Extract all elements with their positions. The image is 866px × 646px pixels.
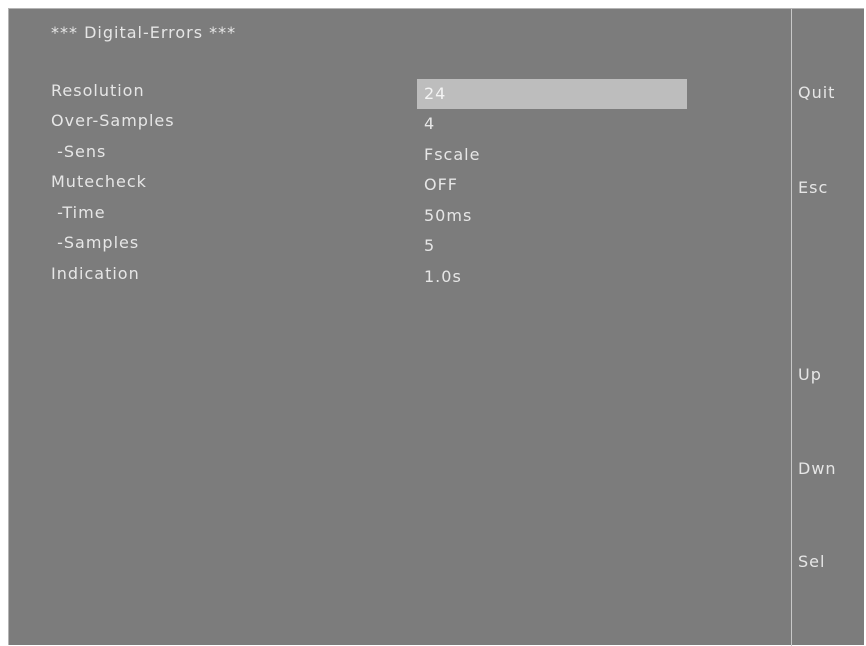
down-softkey[interactable]: Dwn xyxy=(798,459,837,479)
quit-softkey[interactable]: Quit xyxy=(798,83,835,103)
param-value-resolution[interactable]: 24 xyxy=(417,79,687,109)
param-row-indication[interactable]: Indication 1.0s xyxy=(9,262,791,286)
softkey-divider xyxy=(791,9,792,646)
param-row-samples[interactable]: -Samples 5 xyxy=(9,231,791,255)
param-value-mutecheck[interactable]: OFF xyxy=(417,170,687,200)
instrument-screen: *** Digital-Errors *** Resolution 24 Ove… xyxy=(8,8,864,646)
param-label: Over-Samples xyxy=(51,111,175,130)
param-row-time[interactable]: -Time 50ms xyxy=(9,201,791,225)
param-label: -Sens xyxy=(51,142,107,161)
param-label: Mutecheck xyxy=(51,172,147,191)
param-label: Resolution xyxy=(51,81,145,100)
param-value-indication[interactable]: 1.0s xyxy=(417,262,687,292)
esc-softkey[interactable]: Esc xyxy=(798,178,828,198)
param-label: -Time xyxy=(51,203,106,222)
param-value-over-samples[interactable]: 4 xyxy=(417,109,687,139)
param-label: Indication xyxy=(51,264,140,283)
param-value-time[interactable]: 50ms xyxy=(417,201,687,231)
param-row-resolution[interactable]: Resolution 24 xyxy=(9,79,791,109)
param-value-sens[interactable]: Fscale xyxy=(417,140,687,170)
up-softkey[interactable]: Up xyxy=(798,365,822,385)
menu-title: *** Digital-Errors *** xyxy=(51,23,237,42)
param-row-mutecheck[interactable]: Mutecheck OFF xyxy=(9,170,791,194)
param-row-sens[interactable]: -Sens Fscale xyxy=(9,140,791,164)
select-softkey[interactable]: Sel xyxy=(798,552,825,572)
param-value-samples[interactable]: 5 xyxy=(417,231,687,261)
param-label: -Samples xyxy=(51,233,140,252)
param-row-over-samples[interactable]: Over-Samples 4 xyxy=(9,109,791,133)
